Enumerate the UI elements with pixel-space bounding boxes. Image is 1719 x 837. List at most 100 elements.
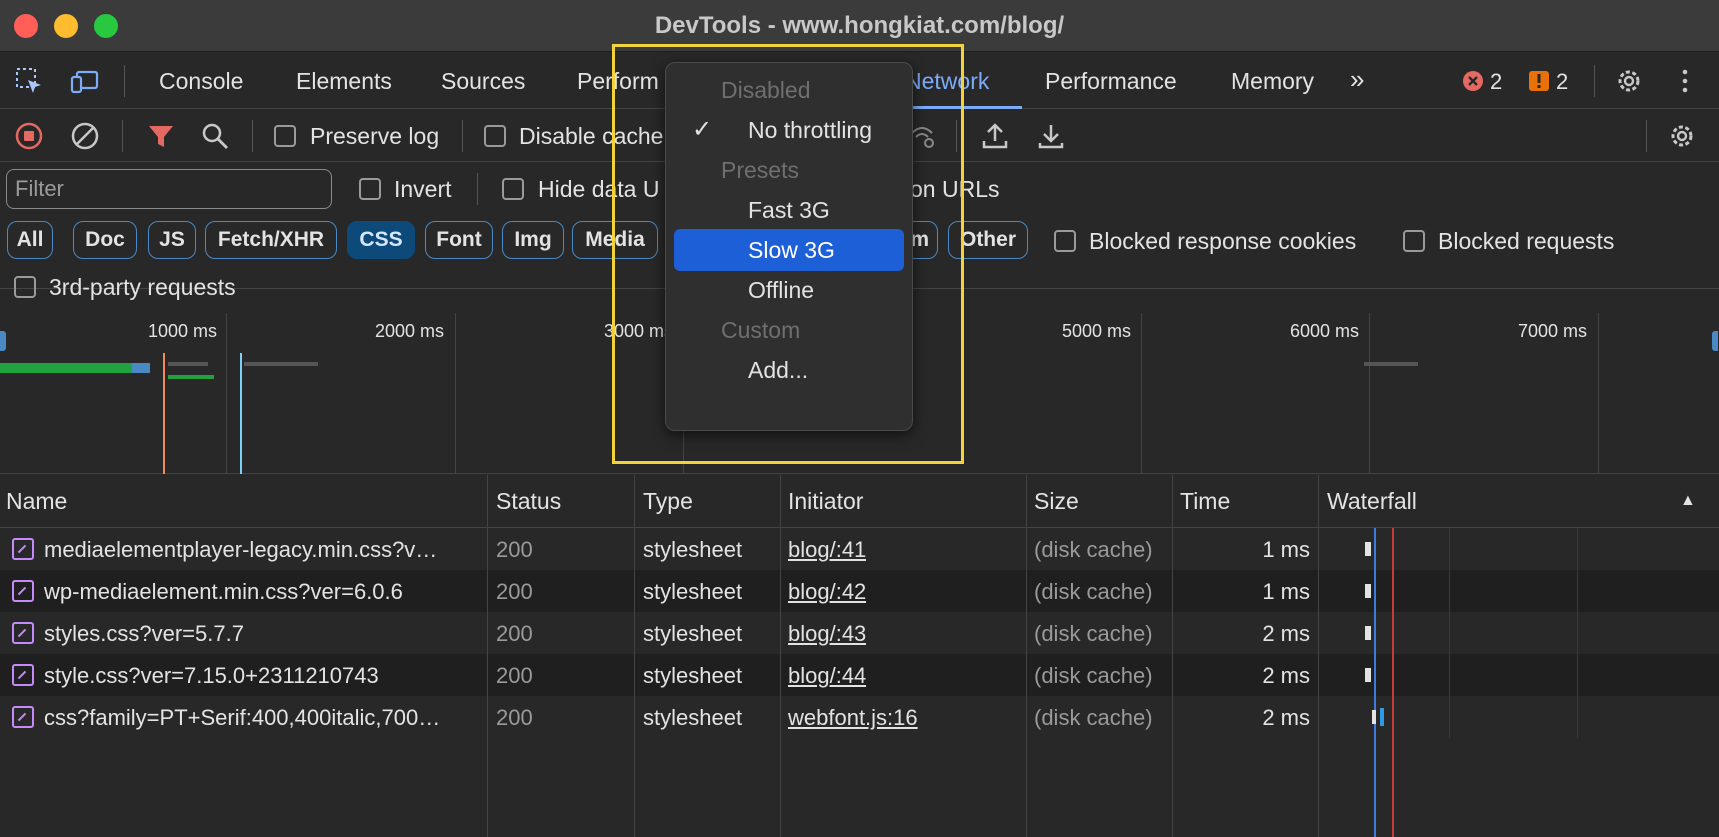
menu-item-add-custom[interactable]: Add... bbox=[674, 349, 904, 391]
gear-icon[interactable] bbox=[1614, 66, 1644, 96]
type-filter-doc[interactable]: Doc bbox=[73, 221, 137, 259]
type-filter-js[interactable]: JS bbox=[148, 221, 196, 259]
request-time: 1 ms bbox=[1262, 537, 1310, 562]
table-header: Name Status Type Initiator Size Time Wat… bbox=[0, 475, 1719, 528]
export-har-icon[interactable] bbox=[1036, 121, 1066, 151]
request-initiator-link[interactable]: webfont.js:16 bbox=[788, 705, 918, 731]
column-resizer[interactable] bbox=[487, 475, 488, 837]
waterfall-bar bbox=[1365, 668, 1371, 682]
table-row[interactable]: style.css?ver=7.15.0+2311210743 200 styl… bbox=[0, 654, 1719, 696]
column-resizer[interactable] bbox=[1172, 475, 1173, 837]
request-name: style.css?ver=7.15.0+2311210743 bbox=[44, 663, 379, 688]
waterfall-bar bbox=[1372, 710, 1376, 724]
waterfall-gridline bbox=[1449, 528, 1450, 738]
request-initiator-link[interactable]: blog/:41 bbox=[788, 537, 866, 563]
menu-item-no-throttling[interactable]: ✓ No throttling bbox=[674, 109, 904, 151]
type-filter-fetch-xhr[interactable]: Fetch/XHR bbox=[205, 221, 337, 259]
stylesheet-file-icon bbox=[12, 580, 34, 602]
overview-tick-label: 1000 ms bbox=[148, 321, 218, 341]
column-header-name[interactable]: Name bbox=[6, 488, 67, 515]
waterfall-load-line bbox=[1392, 528, 1394, 837]
request-initiator-link[interactable]: blog/:44 bbox=[788, 663, 866, 689]
request-status: 200 bbox=[496, 537, 533, 562]
invert-checkbox[interactable] bbox=[359, 178, 381, 200]
table-row[interactable]: mediaelementplayer-legacy.min.css?v… 200… bbox=[0, 528, 1719, 570]
tab-memory[interactable]: Memory bbox=[1231, 68, 1314, 95]
overview-tick-label: 6000 ms bbox=[1290, 321, 1360, 341]
menu-group-presets: Presets bbox=[721, 157, 799, 183]
toolbar-divider bbox=[1646, 120, 1647, 152]
disable-cache-checkbox[interactable] bbox=[484, 125, 506, 147]
column-header-time[interactable]: Time bbox=[1180, 488, 1230, 515]
hide-data-urls-checkbox[interactable] bbox=[502, 178, 524, 200]
warning-count[interactable]: 2 bbox=[1556, 69, 1568, 95]
overview-bar bbox=[132, 363, 150, 373]
type-filter-font[interactable]: Font bbox=[425, 221, 493, 259]
column-resizer[interactable] bbox=[1026, 475, 1027, 837]
blocked-requests-label: Blocked requests bbox=[1438, 228, 1615, 254]
inspect-element-icon[interactable] bbox=[14, 66, 44, 96]
overview-bar bbox=[168, 375, 214, 379]
type-filter-css[interactable]: CSS bbox=[347, 221, 415, 259]
menu-item-fast-3g[interactable]: Fast 3G bbox=[674, 189, 904, 231]
clear-icon[interactable] bbox=[70, 121, 100, 151]
request-size: (disk cache) bbox=[1034, 621, 1153, 646]
search-icon[interactable] bbox=[200, 121, 230, 151]
column-resizer[interactable] bbox=[780, 475, 781, 837]
device-toolbar-icon[interactable] bbox=[70, 66, 100, 96]
type-filter-img[interactable]: Img bbox=[502, 221, 564, 259]
checkmark-icon: ✓ bbox=[692, 116, 713, 143]
tab-sources[interactable]: Sources bbox=[441, 68, 525, 95]
error-icon[interactable] bbox=[1461, 69, 1485, 93]
column-header-initiator[interactable]: Initiator bbox=[788, 488, 863, 515]
more-options-icon[interactable] bbox=[1670, 66, 1700, 96]
more-tabs-chevron-icon[interactable]: » bbox=[1350, 64, 1364, 95]
toolbar-divider bbox=[122, 120, 123, 152]
waterfall-bar bbox=[1365, 542, 1371, 556]
overview-left-handle[interactable] bbox=[0, 331, 6, 351]
network-settings-gear-icon[interactable] bbox=[1667, 121, 1697, 151]
blocked-requests-checkbox[interactable] bbox=[1403, 230, 1425, 252]
table-row[interactable]: css?family=PT+Serif:400,400italic,700… 2… bbox=[0, 696, 1719, 738]
type-filter-all[interactable]: All bbox=[7, 221, 53, 259]
column-resizer[interactable] bbox=[1318, 475, 1319, 837]
window-title: DevTools - www.hongkiat.com/blog/ bbox=[654, 12, 1065, 39]
blocked-response-cookies-checkbox[interactable] bbox=[1054, 230, 1076, 252]
overview-gridline bbox=[1598, 313, 1599, 473]
toolbar-divider bbox=[124, 65, 125, 97]
error-count[interactable]: 2 bbox=[1490, 69, 1502, 95]
invert-label: Invert bbox=[394, 176, 452, 202]
request-initiator-link[interactable]: blog/:43 bbox=[788, 621, 866, 647]
table-row[interactable]: styles.css?ver=5.7.7 200 stylesheet blog… bbox=[0, 612, 1719, 654]
third-party-requests-label: 3rd-party requests bbox=[49, 274, 236, 300]
request-type: stylesheet bbox=[643, 663, 743, 688]
column-header-type[interactable]: Type bbox=[643, 488, 693, 515]
menu-group-custom: Custom bbox=[721, 317, 801, 343]
request-name: css?family=PT+Serif:400,400italic,700… bbox=[44, 705, 441, 730]
warning-icon[interactable] bbox=[1527, 69, 1551, 93]
table-row[interactable]: wp-mediaelement.min.css?ver=6.0.6 200 st… bbox=[0, 570, 1719, 612]
overview-right-handle[interactable] bbox=[1712, 331, 1718, 351]
menu-item-slow-3g[interactable]: Slow 3G bbox=[674, 229, 904, 271]
toolbar-divider bbox=[477, 173, 478, 205]
menu-item-offline[interactable]: Offline bbox=[674, 269, 904, 311]
tab-console[interactable]: Console bbox=[159, 68, 243, 95]
third-party-requests-checkbox[interactable] bbox=[14, 276, 36, 298]
overview-bar bbox=[1364, 362, 1418, 366]
tab-elements[interactable]: Elements bbox=[296, 68, 392, 95]
column-header-waterfall[interactable]: Waterfall bbox=[1327, 488, 1417, 515]
overview-bar bbox=[0, 363, 150, 373]
preserve-log-label: Preserve log bbox=[310, 123, 440, 149]
filter-input[interactable] bbox=[6, 169, 332, 209]
request-initiator-link[interactable]: blog/:42 bbox=[788, 579, 866, 605]
column-header-size[interactable]: Size bbox=[1034, 488, 1079, 515]
stop-recording-icon[interactable] bbox=[14, 121, 44, 151]
filter-icon[interactable] bbox=[146, 121, 176, 151]
column-header-status[interactable]: Status bbox=[496, 488, 561, 515]
sort-ascending-icon[interactable]: ▲ bbox=[1680, 492, 1696, 510]
preserve-log-checkbox[interactable] bbox=[274, 125, 296, 147]
import-har-icon[interactable] bbox=[980, 121, 1010, 151]
stylesheet-file-icon bbox=[12, 622, 34, 644]
column-resizer[interactable] bbox=[634, 475, 635, 837]
tab-performance[interactable]: Performance bbox=[1045, 68, 1177, 95]
